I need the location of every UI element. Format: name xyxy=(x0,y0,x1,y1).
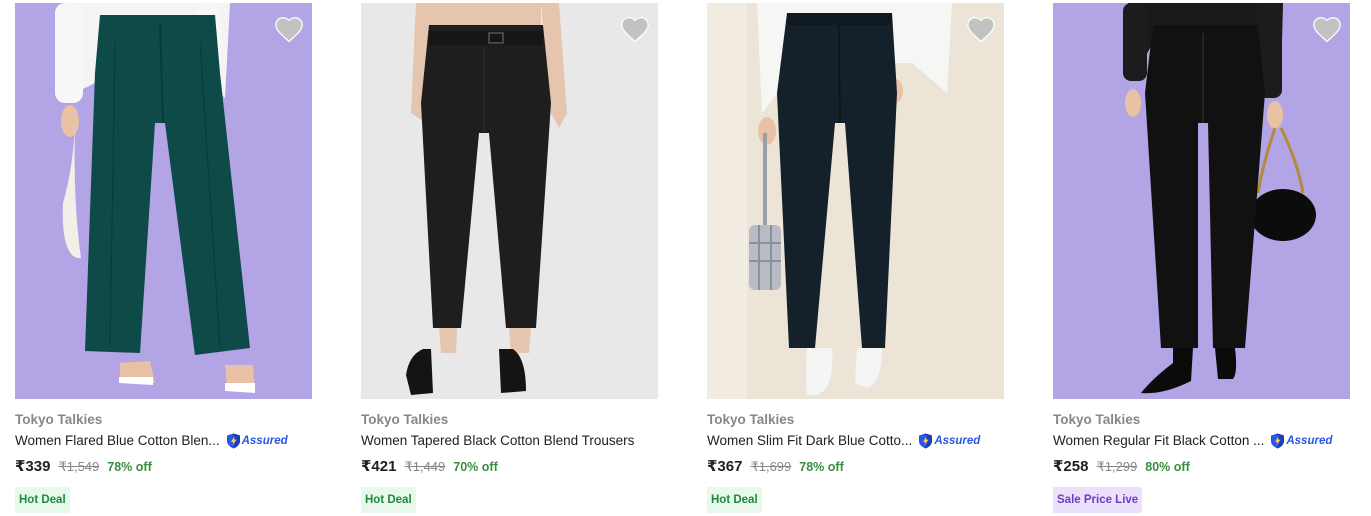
product-grid: Tokyo Talkies Women Flared Blue Cotton B… xyxy=(15,3,1350,513)
product-image[interactable] xyxy=(15,3,312,399)
product-title-row: Women Tapered Black Cotton Blend Trouser… xyxy=(361,431,658,451)
product-image[interactable] xyxy=(1053,3,1350,399)
discount-percent: 70% off xyxy=(453,460,498,474)
assured-label: Assured xyxy=(1286,435,1333,447)
product-brand: Tokyo Talkies xyxy=(361,412,449,427)
product-title[interactable]: Women Tapered Black Cotton Blend Trouser… xyxy=(361,431,634,451)
discount-percent: 80% off xyxy=(1145,460,1190,474)
discount-percent: 78% off xyxy=(799,460,844,474)
assured-label: Assured xyxy=(934,435,981,447)
assured-shield-icon xyxy=(1271,433,1285,449)
assured-shield-icon xyxy=(226,433,240,449)
assured-shield-icon xyxy=(919,433,933,449)
selling-price: ₹367 xyxy=(707,458,743,475)
product-title-row: Women Slim Fit Dark Blue Cotto... Assure… xyxy=(707,431,1004,451)
product-title-row: Women Flared Blue Cotton Blen... Assured xyxy=(15,431,312,451)
discount-percent: 78% off xyxy=(107,460,152,474)
product-photo-flared-trousers xyxy=(15,3,312,399)
product-title[interactable]: Women Regular Fit Black Cotton ... xyxy=(1053,431,1264,451)
deal-badge: Hot Deal xyxy=(707,487,762,513)
deal-badge: Hot Deal xyxy=(15,487,70,513)
sale-badge: Sale Price Live xyxy=(1053,487,1143,513)
assured-badge: Assured xyxy=(918,433,980,449)
price-row: ₹258 ₹1,299 80% off xyxy=(1053,457,1350,477)
product-photo-regular-fit-trousers xyxy=(1053,3,1350,399)
wishlist-heart-icon[interactable] xyxy=(620,15,650,43)
product-photo-tapered-trousers xyxy=(361,3,658,399)
wishlist-heart-icon[interactable] xyxy=(1312,15,1342,43)
selling-price: ₹258 xyxy=(1053,458,1089,475)
product-brand: Tokyo Talkies xyxy=(707,412,795,427)
product-card[interactable]: Tokyo Talkies Women Slim Fit Dark Blue C… xyxy=(707,3,1004,513)
product-title[interactable]: Women Flared Blue Cotton Blen... xyxy=(15,431,220,451)
product-photo-slim-fit-trousers xyxy=(707,3,1004,399)
original-price: ₹1,449 xyxy=(404,459,446,474)
assured-badge: Assured xyxy=(1270,433,1332,449)
product-image[interactable] xyxy=(361,3,658,399)
price-row: ₹339 ₹1,549 78% off xyxy=(15,457,312,477)
wishlist-heart-icon[interactable] xyxy=(274,15,304,43)
price-row: ₹421 ₹1,449 70% off xyxy=(361,457,658,477)
product-brand: Tokyo Talkies xyxy=(1053,412,1141,427)
deal-badge: Hot Deal xyxy=(361,487,416,513)
original-price: ₹1,299 xyxy=(1096,459,1138,474)
wishlist-heart-icon[interactable] xyxy=(966,15,996,43)
price-row: ₹367 ₹1,699 78% off xyxy=(707,457,1004,477)
selling-price: ₹421 xyxy=(361,458,397,475)
assured-badge: Assured xyxy=(226,433,288,449)
product-brand: Tokyo Talkies xyxy=(15,412,103,427)
selling-price: ₹339 xyxy=(15,458,51,475)
product-title-row: Women Regular Fit Black Cotton ... Assur… xyxy=(1053,431,1350,451)
product-card[interactable]: Tokyo Talkies Women Regular Fit Black Co… xyxy=(1053,3,1350,513)
original-price: ₹1,699 xyxy=(750,459,792,474)
product-image[interactable] xyxy=(707,3,1004,399)
product-card[interactable]: Tokyo Talkies Women Tapered Black Cotton… xyxy=(361,3,658,513)
assured-label: Assured xyxy=(241,435,288,447)
product-card[interactable]: Tokyo Talkies Women Flared Blue Cotton B… xyxy=(15,3,312,513)
product-title[interactable]: Women Slim Fit Dark Blue Cotto... xyxy=(707,431,912,451)
original-price: ₹1,549 xyxy=(58,459,100,474)
